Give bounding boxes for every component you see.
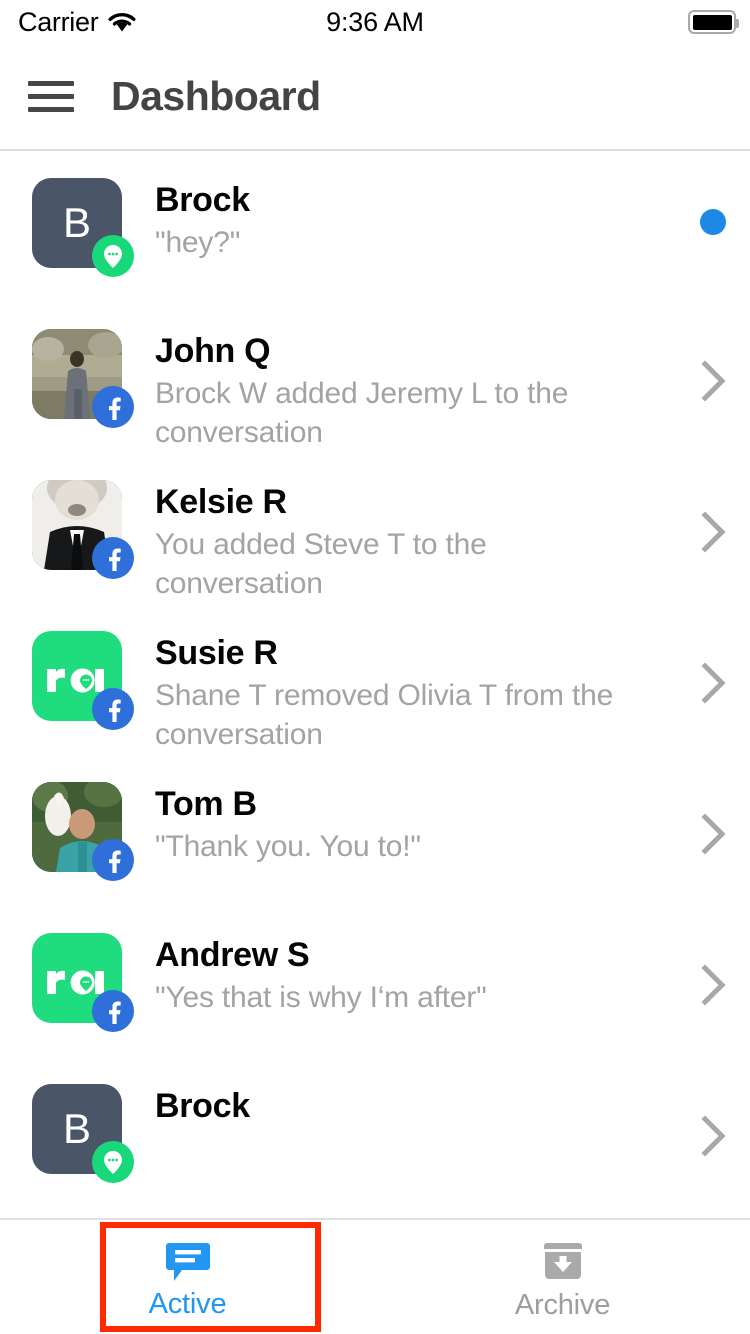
battery-fill: [692, 14, 732, 30]
tab-archive[interactable]: Archive: [375, 1220, 750, 1334]
avatar[interactable]: [32, 329, 134, 428]
battery-full-icon: [688, 10, 739, 34]
hamburger-bar: [28, 107, 74, 112]
status-bar-right: [688, 10, 739, 34]
chevron-right-icon: [701, 511, 726, 553]
conversation-text: Susie R Shane T removed Olivia T from the…: [155, 633, 680, 754]
conversation-row[interactable]: Susie R Shane T removed Olivia T from the…: [0, 606, 750, 757]
chevron-right-icon: [701, 1115, 726, 1157]
conversation-text: Andrew S "Yes that is why I‘m after": [155, 935, 680, 1018]
conversation-row[interactable]: B Brock: [0, 1059, 750, 1210]
avatar[interactable]: B: [32, 178, 134, 277]
chat-bubble-lines-icon: [165, 1242, 210, 1281]
avatar[interactable]: B: [32, 1084, 134, 1183]
conversation-list[interactable]: B Brock "hey?" John Q Brock W added Jeremy L…: [0, 153, 750, 1219]
tab-bar: Active Archive: [0, 1218, 750, 1334]
tab-archive-label: Archive: [514, 1288, 611, 1321]
clock-label: 9:36 AM: [326, 6, 424, 37]
conversation-row[interactable]: B Brock "hey?": [0, 153, 750, 304]
app-root: Carrier 9:36 AM Dashboard B Brock "hey?" Jo…: [0, 0, 750, 1334]
conversation-row[interactable]: John Q Brock W added Jeremy L to the conv…: [0, 304, 750, 455]
conversation-preview: You added Steve T to the conversation: [155, 528, 487, 600]
conversation-accessory[interactable]: [680, 964, 726, 1006]
conversation-name: Andrew S: [155, 936, 310, 974]
conversation-name: Brock: [155, 1087, 250, 1125]
conversation-name: John Q: [155, 332, 271, 370]
facebook-icon: [92, 688, 134, 730]
conversation-name: Susie R: [155, 634, 278, 672]
conversation-name: Tom B: [155, 785, 257, 823]
messenger-bubble-icon: [92, 1141, 134, 1183]
chevron-right-icon: [701, 964, 726, 1006]
conversation-accessory[interactable]: [680, 813, 726, 855]
conversation-row[interactable]: Kelsie R You added Steve T to the convers…: [0, 455, 750, 606]
conversation-accessory[interactable]: [680, 209, 726, 235]
conversation-accessory[interactable]: [680, 662, 726, 704]
hamburger-menu-icon[interactable]: [28, 81, 74, 112]
conversation-text: John Q Brock W added Jeremy L to the conv…: [155, 331, 680, 452]
hamburger-bar: [28, 81, 74, 86]
conversation-accessory[interactable]: [680, 511, 726, 553]
nav-bar: Dashboard: [0, 44, 750, 151]
ra-wordmark-icon: [47, 970, 104, 995]
conversation-preview: "Thank you. You to!": [155, 830, 421, 864]
conversation-preview: Shane T removed Olivia T from the conver…: [155, 679, 614, 751]
avatar[interactable]: [32, 480, 134, 579]
avatar-initial: B: [62, 199, 91, 246]
messenger-bubble-icon: [92, 235, 134, 277]
conversation-name: Brock: [155, 181, 250, 219]
facebook-icon: [92, 386, 134, 428]
tab-active[interactable]: Active: [0, 1220, 375, 1334]
chevron-right-icon: [701, 813, 726, 855]
conversation-accessory[interactable]: [680, 1115, 726, 1157]
conversation-preview: Brock W added Jeremy L to the conversati…: [155, 377, 569, 449]
conversation-text: Tom B "Thank you. You to!": [155, 784, 680, 867]
conversation-preview: "hey?": [155, 226, 241, 260]
conversation-accessory[interactable]: [680, 360, 726, 402]
chevron-right-icon: [701, 662, 726, 704]
conversation-row[interactable]: Tom B "Thank you. You to!": [0, 757, 750, 908]
avatar[interactable]: [32, 933, 134, 1032]
conversation-text: Brock: [155, 1086, 680, 1127]
archive-box-down-arrow-icon: [543, 1242, 582, 1279]
conversation-name: Kelsie R: [155, 483, 287, 521]
chevron-right-icon: [701, 360, 726, 402]
conversation-row[interactable]: Andrew S "Yes that is why I‘m after": [0, 908, 750, 1059]
page-title: Dashboard: [111, 73, 321, 119]
avatar[interactable]: [32, 631, 134, 730]
avatar-initial: B: [62, 1105, 91, 1152]
conversation-preview: "Yes that is why I‘m after": [155, 981, 487, 1015]
status-bar: Carrier 9:36 AM: [0, 0, 750, 44]
tab-active-label: Active: [148, 1287, 227, 1320]
conversation-text: Brock "hey?": [155, 180, 680, 263]
facebook-icon: [92, 537, 134, 579]
facebook-icon: [92, 990, 134, 1032]
ra-wordmark-icon: [47, 668, 104, 693]
facebook-icon: [92, 839, 134, 881]
unread-dot: [700, 209, 726, 235]
avatar[interactable]: [32, 782, 134, 881]
conversation-text: Kelsie R You added Steve T to the convers…: [155, 482, 680, 603]
hamburger-bar: [28, 94, 74, 99]
